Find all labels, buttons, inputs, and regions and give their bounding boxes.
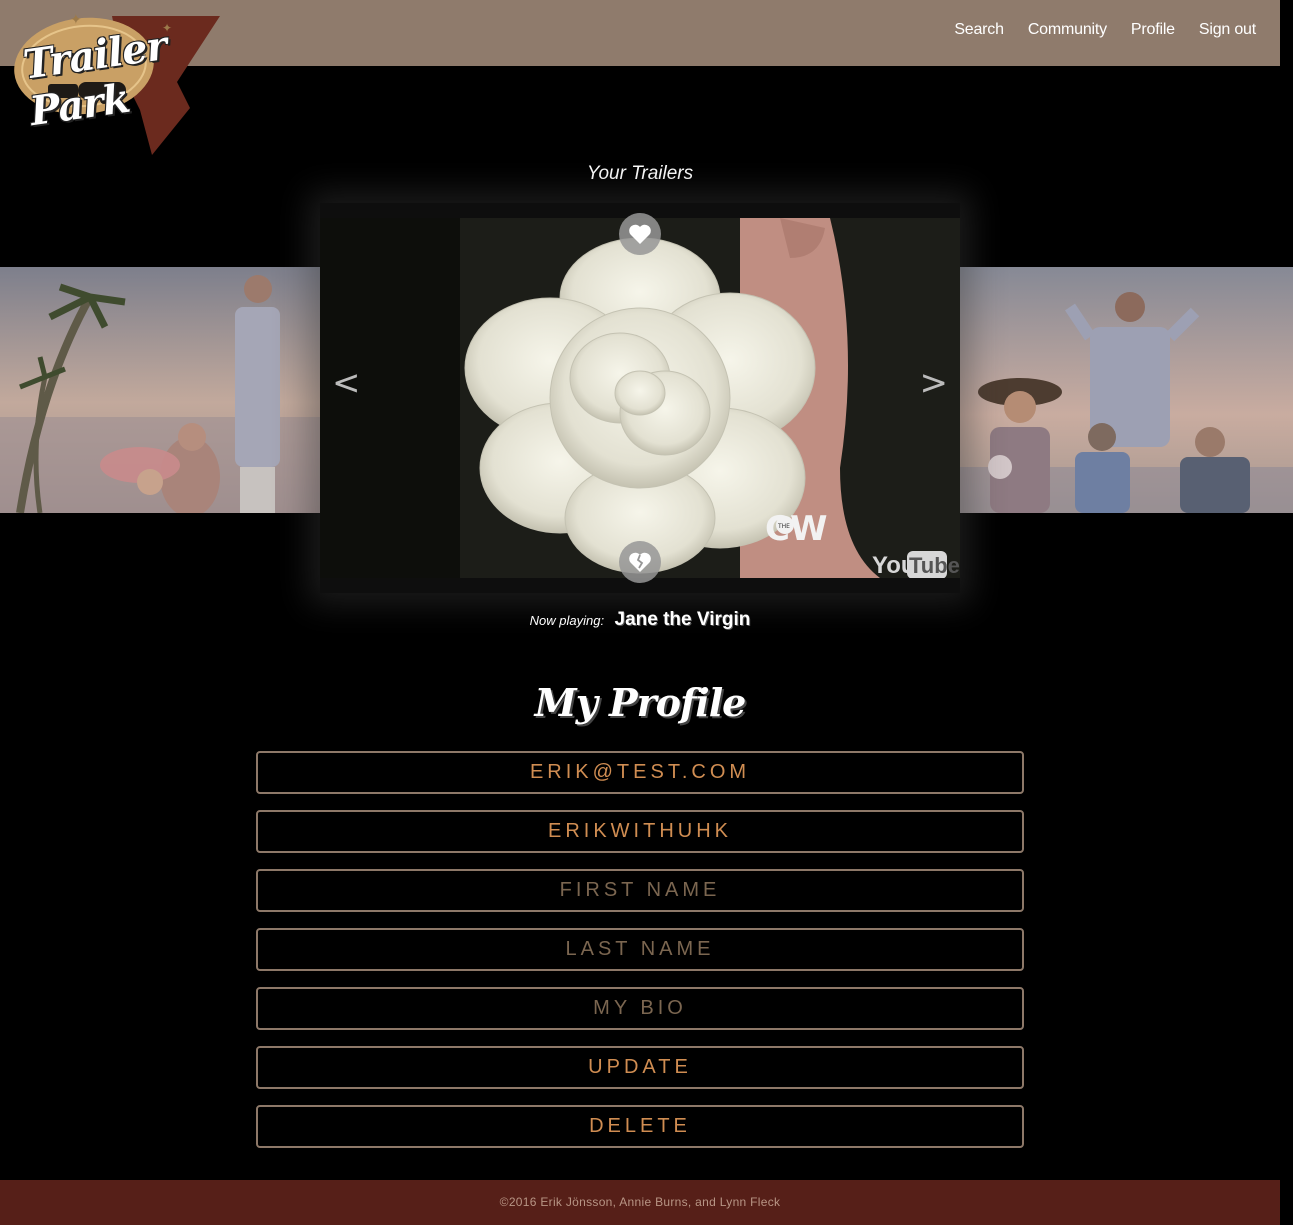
trailer-park-logo[interactable]: ✦ ✦ Trailer Park [12,10,222,156]
trailer-player: CW THE You Tube < > [320,203,960,593]
your-trailers-heading: Your Trailers [586,163,694,184]
now-playing-label: Now playing: [529,613,605,628]
now-playing-title: Jane the Virgin [614,609,751,630]
first-name-field[interactable] [256,869,1024,912]
next-trailer-button[interactable]: > [920,363,949,403]
bio-field[interactable] [256,987,1024,1030]
svg-text:Tube: Tube [909,553,960,578]
now-playing: Now playing: Jane the Virgin [0,609,1280,631]
video-frame[interactable]: CW THE You Tube [320,218,960,578]
banner-right-image [960,267,1293,513]
nav-signout-link[interactable]: Sign out [1199,21,1256,39]
svg-text:THE: THE [777,523,790,530]
nav-links: Search Community Profile Sign out [954,21,1256,39]
like-button[interactable] [619,213,661,255]
copyright-text: ©2016 Erik Jönsson, Annie Burns, and Lyn… [499,1195,781,1209]
unlike-button[interactable] [619,541,661,583]
profile-heading: My Profile [534,680,747,725]
svg-text:✦: ✦ [70,11,82,27]
broken-heart-icon [629,552,651,572]
nav-profile-link[interactable]: Profile [1131,21,1175,39]
previous-trailer-button[interactable]: < [332,363,361,403]
email-field[interactable] [256,751,1024,794]
username-field[interactable] [256,810,1024,853]
delete-button[interactable]: DELETE [256,1105,1024,1148]
footer: ©2016 Erik Jönsson, Annie Burns, and Lyn… [0,1180,1280,1225]
svg-text:CW: CW [765,509,827,549]
last-name-field[interactable] [256,928,1024,971]
heart-icon [629,224,651,244]
update-button[interactable]: UPDATE [256,1046,1024,1089]
cw-logo: CW THE [765,509,827,549]
nav-community-link[interactable]: Community [1028,21,1107,39]
banner-left-image [0,267,320,517]
nav-search-link[interactable]: Search [954,21,1004,39]
youtube-logo[interactable]: You Tube [872,551,960,578]
